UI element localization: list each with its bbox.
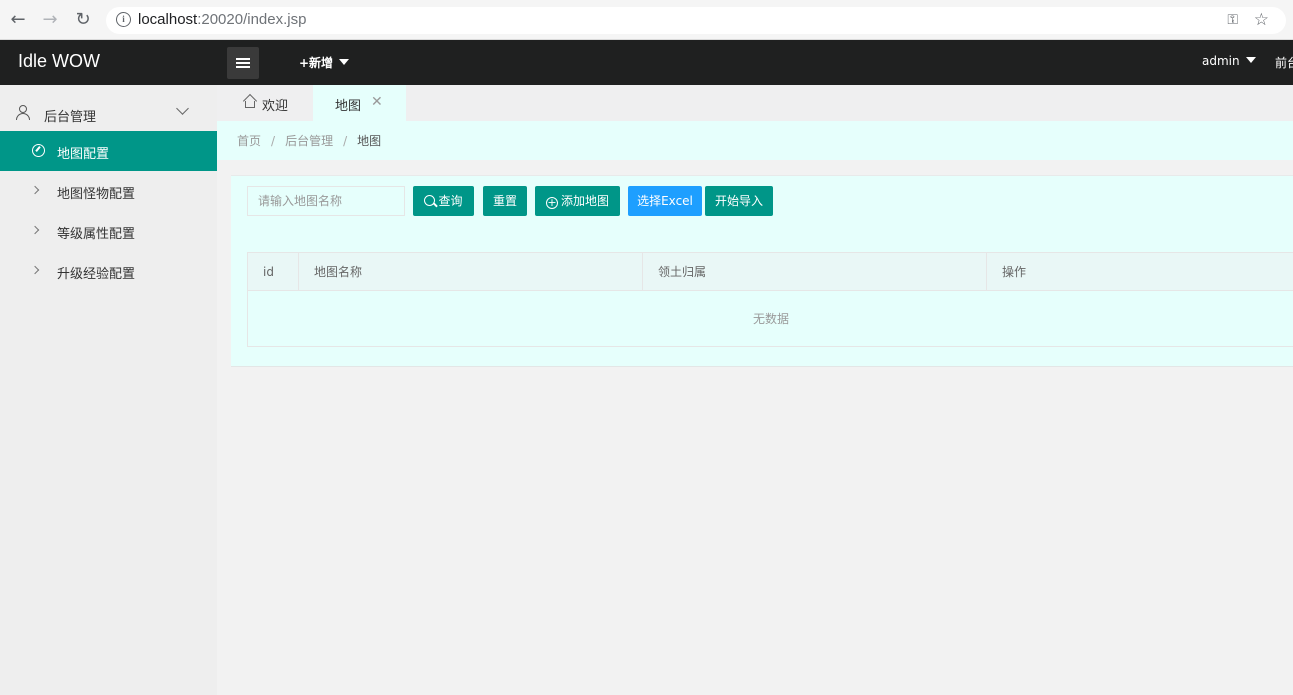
star-icon[interactable]: ☆	[1254, 10, 1269, 30]
forward-arrow-icon[interactable]: →	[40, 10, 60, 30]
menu-toggle-button[interactable]	[227, 47, 259, 79]
new-menu-label: +新增	[299, 56, 334, 70]
column-header-territory: 领土归属	[643, 253, 987, 291]
table-header: id 地图名称 领土归属 操作	[248, 253, 1293, 291]
plus-circle-icon: +	[545, 196, 558, 209]
hamburger-icon	[236, 58, 250, 60]
user-icon	[16, 105, 30, 120]
close-icon[interactable]: ✕	[371, 94, 383, 110]
breadcrumb: 首页 / 后台管理 / 地图	[237, 132, 381, 149]
front-link[interactable]: 前台	[1275, 54, 1293, 71]
query-label: 查询	[438, 194, 463, 208]
map-name-search-input[interactable]: 请输入地图名称	[247, 186, 405, 216]
column-header-map-name: 地图名称	[299, 253, 643, 291]
tab-welcome[interactable]: 欢迎	[217, 85, 313, 121]
chevron-right-icon	[30, 225, 40, 235]
address-bar[interactable]: i localhost:20020/index.jsp ⚿ ☆	[106, 7, 1286, 34]
sidebar-group-admin[interactable]: 后台管理	[0, 97, 217, 131]
hamburger-icon-line	[236, 62, 250, 64]
sidebar-item-map-monster-config[interactable]: 地图怪物配置	[0, 171, 217, 211]
hamburger-icon-line	[236, 66, 250, 68]
user-menu[interactable]: admin	[1202, 54, 1256, 68]
select-excel-button[interactable]: 选择Excel	[628, 186, 702, 216]
new-menu-button[interactable]: +新增	[299, 54, 350, 71]
breadcrumb-home[interactable]: 首页	[237, 134, 261, 148]
chevron-right-icon	[30, 265, 40, 275]
reload-icon[interactable]: ↻	[73, 10, 93, 30]
reset-button[interactable]: 重置	[483, 186, 527, 216]
app-logo: Idle WOW	[18, 51, 101, 71]
user-name: admin	[1202, 54, 1240, 68]
query-button[interactable]: 查询	[413, 186, 474, 216]
caret-down-icon	[1245, 57, 1256, 63]
add-map-label: 添加地图	[560, 194, 609, 208]
content-panel: 请输入地图名称 查询 重置 + 添加地图 选择Excel 开始导入 id 地图名称…	[231, 175, 1293, 367]
sidebar-item-levelup-exp-config[interactable]: 升级经验配置	[0, 251, 217, 291]
browser-toolbar: ← → ↻ i localhost:20020/index.jsp ⚿ ☆	[0, 0, 1293, 40]
table-empty-text: 无数据	[752, 312, 789, 326]
breadcrumb-separator: /	[271, 134, 276, 148]
search-icon	[424, 195, 436, 206]
breadcrumb-bar: 首页 / 后台管理 / 地图	[217, 121, 1293, 160]
chevron-right-icon	[30, 185, 40, 195]
breadcrumb-current: 地图	[357, 134, 382, 148]
url-text: localhost:20020/index.jsp	[138, 11, 307, 28]
home-icon	[242, 93, 258, 109]
dashboard-icon	[32, 144, 45, 157]
back-arrow-icon[interactable]: ←	[8, 10, 28, 30]
info-icon[interactable]: i	[116, 12, 131, 27]
sidebar-item-label: 地图怪物配置	[57, 187, 136, 202]
key-icon[interactable]: ⚿	[1227, 12, 1238, 28]
map-table: id 地图名称 领土归属 操作 无数据	[247, 252, 1293, 347]
column-header-id: id	[248, 253, 299, 291]
column-header-actions: 操作	[1002, 265, 1027, 279]
sidebar-item-map-config[interactable]: 地图配置	[0, 131, 217, 171]
tab-label: 欢迎	[262, 99, 289, 114]
start-import-button[interactable]: 开始导入	[705, 186, 773, 216]
caret-down-icon	[339, 59, 350, 65]
sidebar-item-label: 升级经验配置	[57, 267, 136, 282]
tab-label: 地图	[335, 99, 362, 114]
sidebar-item-label: 地图配置	[57, 147, 110, 162]
sidebar-item-level-attr-config[interactable]: 等级属性配置	[0, 211, 217, 251]
add-map-button[interactable]: + 添加地图	[535, 186, 620, 216]
breadcrumb-separator: /	[343, 134, 348, 148]
breadcrumb-parent[interactable]: 后台管理	[285, 134, 333, 148]
chevron-down-icon	[176, 102, 189, 115]
sidebar: 后台管理 地图配置 地图怪物配置 等级属性配置 升级经验配置	[0, 85, 217, 695]
sidebar-group-label: 后台管理	[44, 110, 97, 125]
tab-bar: 欢迎 地图 ✕	[217, 85, 1293, 121]
sidebar-item-label: 等级属性配置	[57, 227, 136, 242]
tab-map[interactable]: 地图 ✕	[313, 85, 406, 121]
app-header: Idle WOW +新增 admin 前台	[0, 40, 1293, 85]
